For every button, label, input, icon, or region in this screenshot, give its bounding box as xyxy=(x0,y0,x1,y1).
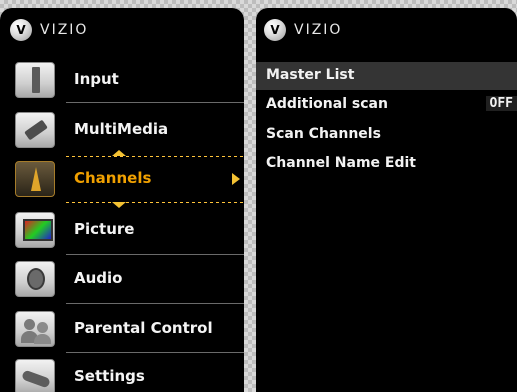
submenu-item-scan-channels[interactable]: Scan Channels xyxy=(256,121,517,149)
divider xyxy=(66,102,244,103)
submenu-item-channel-name-edit[interactable]: Channel Name Edit xyxy=(256,150,517,178)
menu-item-label: Picture xyxy=(74,220,135,238)
vizio-logo-icon: V xyxy=(10,19,32,41)
menu-item-label: Input xyxy=(74,70,119,88)
speaker-icon xyxy=(15,261,55,297)
people-icon xyxy=(15,311,55,347)
menu-item-label: Audio xyxy=(74,269,123,287)
additional-scan-value[interactable]: OFF xyxy=(485,96,517,111)
divider xyxy=(66,352,244,353)
submenu-item-master-list[interactable]: Master List xyxy=(256,62,517,90)
right-header: V VIZIO xyxy=(256,8,517,52)
main-menu-panel: V VIZIO Input MultiMedia Channels Pictur… xyxy=(0,8,244,392)
brand-name: VIZIO xyxy=(294,22,343,38)
divider xyxy=(66,303,244,304)
antenna-icon xyxy=(15,161,55,197)
submenu-arrow-icon xyxy=(232,173,240,185)
menu-item-audio[interactable]: Audio xyxy=(0,257,244,301)
channels-submenu-panel: V VIZIO Master List Additional scan OFF … xyxy=(256,8,517,392)
remote-icon xyxy=(15,359,55,392)
submenu-item-label: Master List xyxy=(266,67,355,83)
tv-screen-icon xyxy=(15,212,55,248)
left-header: V VIZIO xyxy=(0,8,244,52)
brand-name: VIZIO xyxy=(40,22,89,38)
menu-item-input[interactable]: Input xyxy=(0,58,244,102)
menu-item-settings[interactable]: Settings xyxy=(0,355,244,392)
submenu-item-label: Channel Name Edit xyxy=(266,155,416,171)
menu-item-label: MultiMedia xyxy=(74,120,169,138)
usb-icon xyxy=(15,112,55,148)
submenu-item-label: Scan Channels xyxy=(266,126,381,142)
submenu-item-label: Additional scan xyxy=(266,96,388,112)
menu-item-multimedia[interactable]: MultiMedia xyxy=(0,108,244,152)
menu-item-label: Parental Control xyxy=(74,319,213,337)
menu-item-channels[interactable]: Channels xyxy=(0,157,244,201)
menu-item-parental-control[interactable]: Parental Control xyxy=(0,307,244,351)
menu-item-label: Settings xyxy=(74,367,145,385)
selection-border-bottom xyxy=(66,202,244,203)
menu-item-label: Channels xyxy=(74,169,152,187)
vizio-logo-icon: V xyxy=(264,19,286,41)
submenu-item-additional-scan[interactable]: Additional scan OFF xyxy=(256,91,517,119)
divider xyxy=(66,254,244,255)
input-icon xyxy=(15,62,55,98)
menu-item-picture[interactable]: Picture xyxy=(0,208,244,252)
